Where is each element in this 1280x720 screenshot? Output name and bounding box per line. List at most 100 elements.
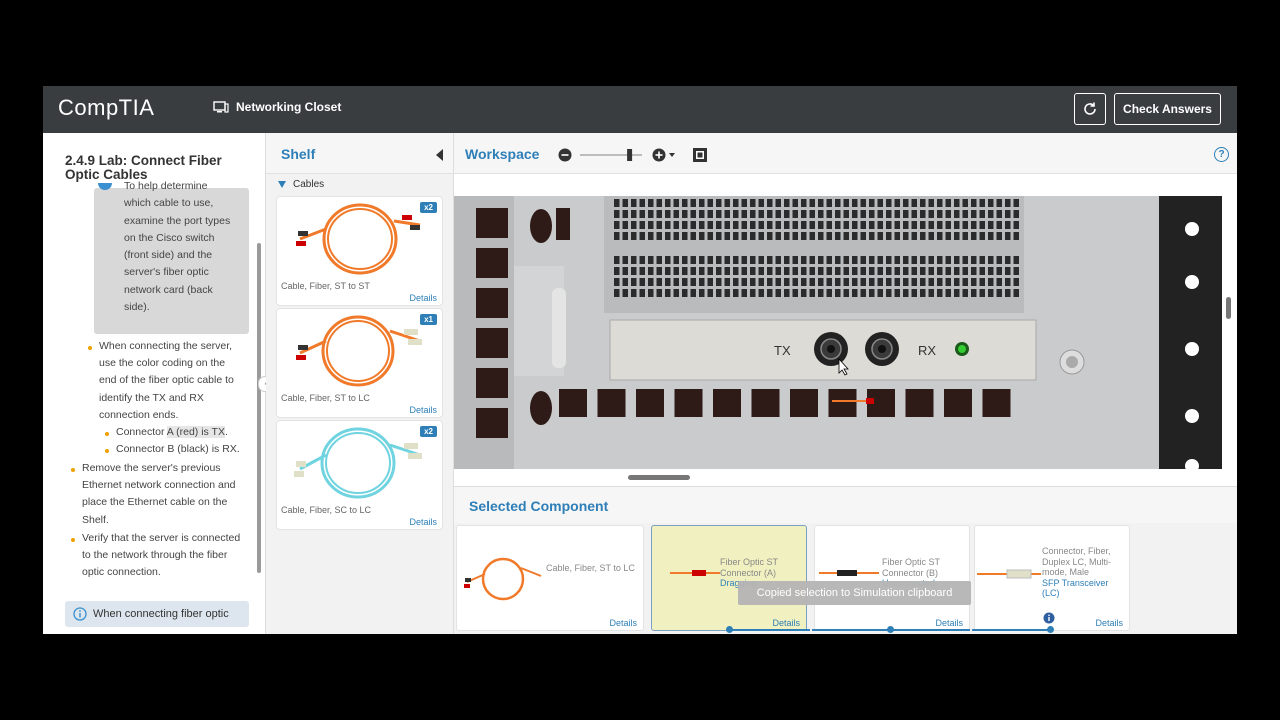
- details-link[interactable]: Details: [772, 618, 800, 628]
- fit-screen-icon[interactable]: [692, 147, 708, 163]
- zoom-dropdown-icon[interactable]: [668, 148, 676, 162]
- vent-slot: [903, 232, 909, 240]
- vent-slot: [801, 267, 807, 275]
- tip-text: To help determine which cable to use, ex…: [124, 180, 242, 316]
- bullet-dot: [71, 538, 75, 542]
- vent-slot: [809, 256, 815, 264]
- vent-slot: [911, 221, 917, 229]
- vent-slot: [979, 289, 985, 297]
- refresh-button[interactable]: [1074, 93, 1106, 125]
- vent-slot: [852, 278, 858, 286]
- vent-slot: [690, 221, 696, 229]
- vent-slot: [886, 210, 892, 218]
- lightbulb-icon: [98, 183, 112, 190]
- details-link[interactable]: Details: [409, 293, 437, 303]
- vent-slot: [979, 267, 985, 275]
- vent-slot: [622, 221, 628, 229]
- vent-slot: [860, 289, 866, 297]
- zoom-out-icon[interactable]: [558, 148, 572, 162]
- lower-vent-slot: [597, 389, 626, 417]
- check-answers-button[interactable]: Check Answers: [1114, 93, 1221, 125]
- zoom-slider-thumb[interactable]: [627, 149, 633, 161]
- vent-slot: [894, 256, 900, 264]
- vent-slot: [971, 221, 977, 229]
- vent-slot: [962, 232, 968, 240]
- vent-slot: [971, 210, 977, 218]
- lc-connector-icon: [977, 569, 1041, 579]
- vent-slot: [843, 232, 849, 240]
- info-icon[interactable]: [1043, 612, 1055, 624]
- shelf-item-st-lc[interactable]: x1 Cable, Fiber, ST to LC Details: [276, 308, 443, 418]
- help-icon[interactable]: ?: [1214, 147, 1229, 162]
- vent-slot: [767, 232, 773, 240]
- vent-slot: [818, 289, 824, 297]
- vent-slot: [1005, 278, 1011, 286]
- lower-vent-slot: [636, 389, 664, 417]
- rx-port[interactable]: [865, 332, 899, 366]
- vent-slot: [665, 256, 671, 264]
- workspace-horizontal-scrollbar[interactable]: [628, 475, 690, 480]
- vent-slot: [996, 199, 1002, 207]
- vent-slot: [869, 289, 875, 297]
- vent-slot: [911, 210, 917, 218]
- vent-slot: [758, 278, 764, 286]
- vent-slot: [724, 210, 730, 218]
- vent-slot: [835, 256, 841, 264]
- vent-slot: [818, 199, 824, 207]
- vent-slot: [886, 289, 892, 297]
- shelf-item-sc-lc[interactable]: x2 Cable, Fiber, SC to LC Details: [276, 420, 443, 530]
- details-link[interactable]: Details: [935, 618, 963, 628]
- component-name-line: Fiber Optic ST: [882, 557, 941, 567]
- collapse-shelf-icon[interactable]: [436, 149, 443, 161]
- sub-instruction-prefix: Connector: [116, 426, 165, 438]
- zoom-in-icon[interactable]: [652, 148, 666, 162]
- monitor-icon: [213, 101, 229, 113]
- details-link[interactable]: Details: [409, 405, 437, 415]
- vent-slot: [920, 221, 926, 229]
- component-connector-a[interactable]: Fiber Optic ST Connector (A) Dragging De…: [651, 525, 807, 631]
- vent-slot: [835, 278, 841, 286]
- location-breadcrumb[interactable]: Networking Closet: [213, 100, 341, 114]
- details-link[interactable]: Details: [609, 618, 637, 628]
- vent-slot: [758, 256, 764, 264]
- instruction-line: When connecting the server,: [99, 340, 233, 352]
- component-cable[interactable]: Cable, Fiber, ST to LC Details: [456, 525, 644, 631]
- vent-slot: [656, 289, 662, 297]
- tx-port[interactable]: [814, 332, 848, 366]
- vent-slot: [988, 289, 994, 297]
- vent-slot: [673, 199, 679, 207]
- component-connector-b[interactable]: Fiber Optic ST Connector (B) Unconnected…: [814, 525, 970, 631]
- shelf-header: Shelf: [266, 133, 453, 174]
- vent-slot: [988, 278, 994, 286]
- vent-slot: [622, 256, 628, 264]
- vent-slot: [852, 267, 858, 275]
- vent-slot: [928, 289, 934, 297]
- vent-slot: [945, 210, 951, 218]
- vent-slot: [699, 210, 705, 218]
- vent-slot: [937, 278, 943, 286]
- vent-slot: [835, 210, 841, 218]
- zoom-slider[interactable]: [576, 148, 646, 162]
- comptia-logo: CompTIA: [58, 95, 155, 120]
- vent-slot: [716, 210, 722, 218]
- vent-slot: [1013, 289, 1019, 297]
- shelf-item-st-st[interactable]: x2 Cable, Fiber, ST to ST Details: [276, 196, 443, 306]
- vent-slot: [724, 267, 730, 275]
- component-lc-connector[interactable]: Connector, Fiber, Duplex LC, Multi- mode…: [974, 525, 1130, 631]
- details-link[interactable]: Details: [1095, 618, 1123, 628]
- server-back-panel[interactable]: TX RX: [454, 196, 1222, 469]
- workspace-vertical-scrollbar[interactable]: [1226, 297, 1231, 319]
- vent-slot: [690, 210, 696, 218]
- details-link[interactable]: Details: [409, 517, 437, 527]
- component-name-line: Connector (B): [882, 567, 939, 578]
- rx-port-label: RX: [918, 343, 936, 358]
- cables-group-toggle[interactable]: Cables: [278, 179, 324, 190]
- vent-slot: [928, 221, 934, 229]
- vent-slot: [826, 267, 832, 275]
- vent-slot: [750, 210, 756, 218]
- vent-slot: [937, 256, 943, 264]
- component-name-line: mode, Male: [1042, 567, 1090, 577]
- vent-slot: [775, 278, 781, 286]
- vent-slot: [801, 221, 807, 229]
- instructions-scrollbar[interactable]: [257, 243, 261, 573]
